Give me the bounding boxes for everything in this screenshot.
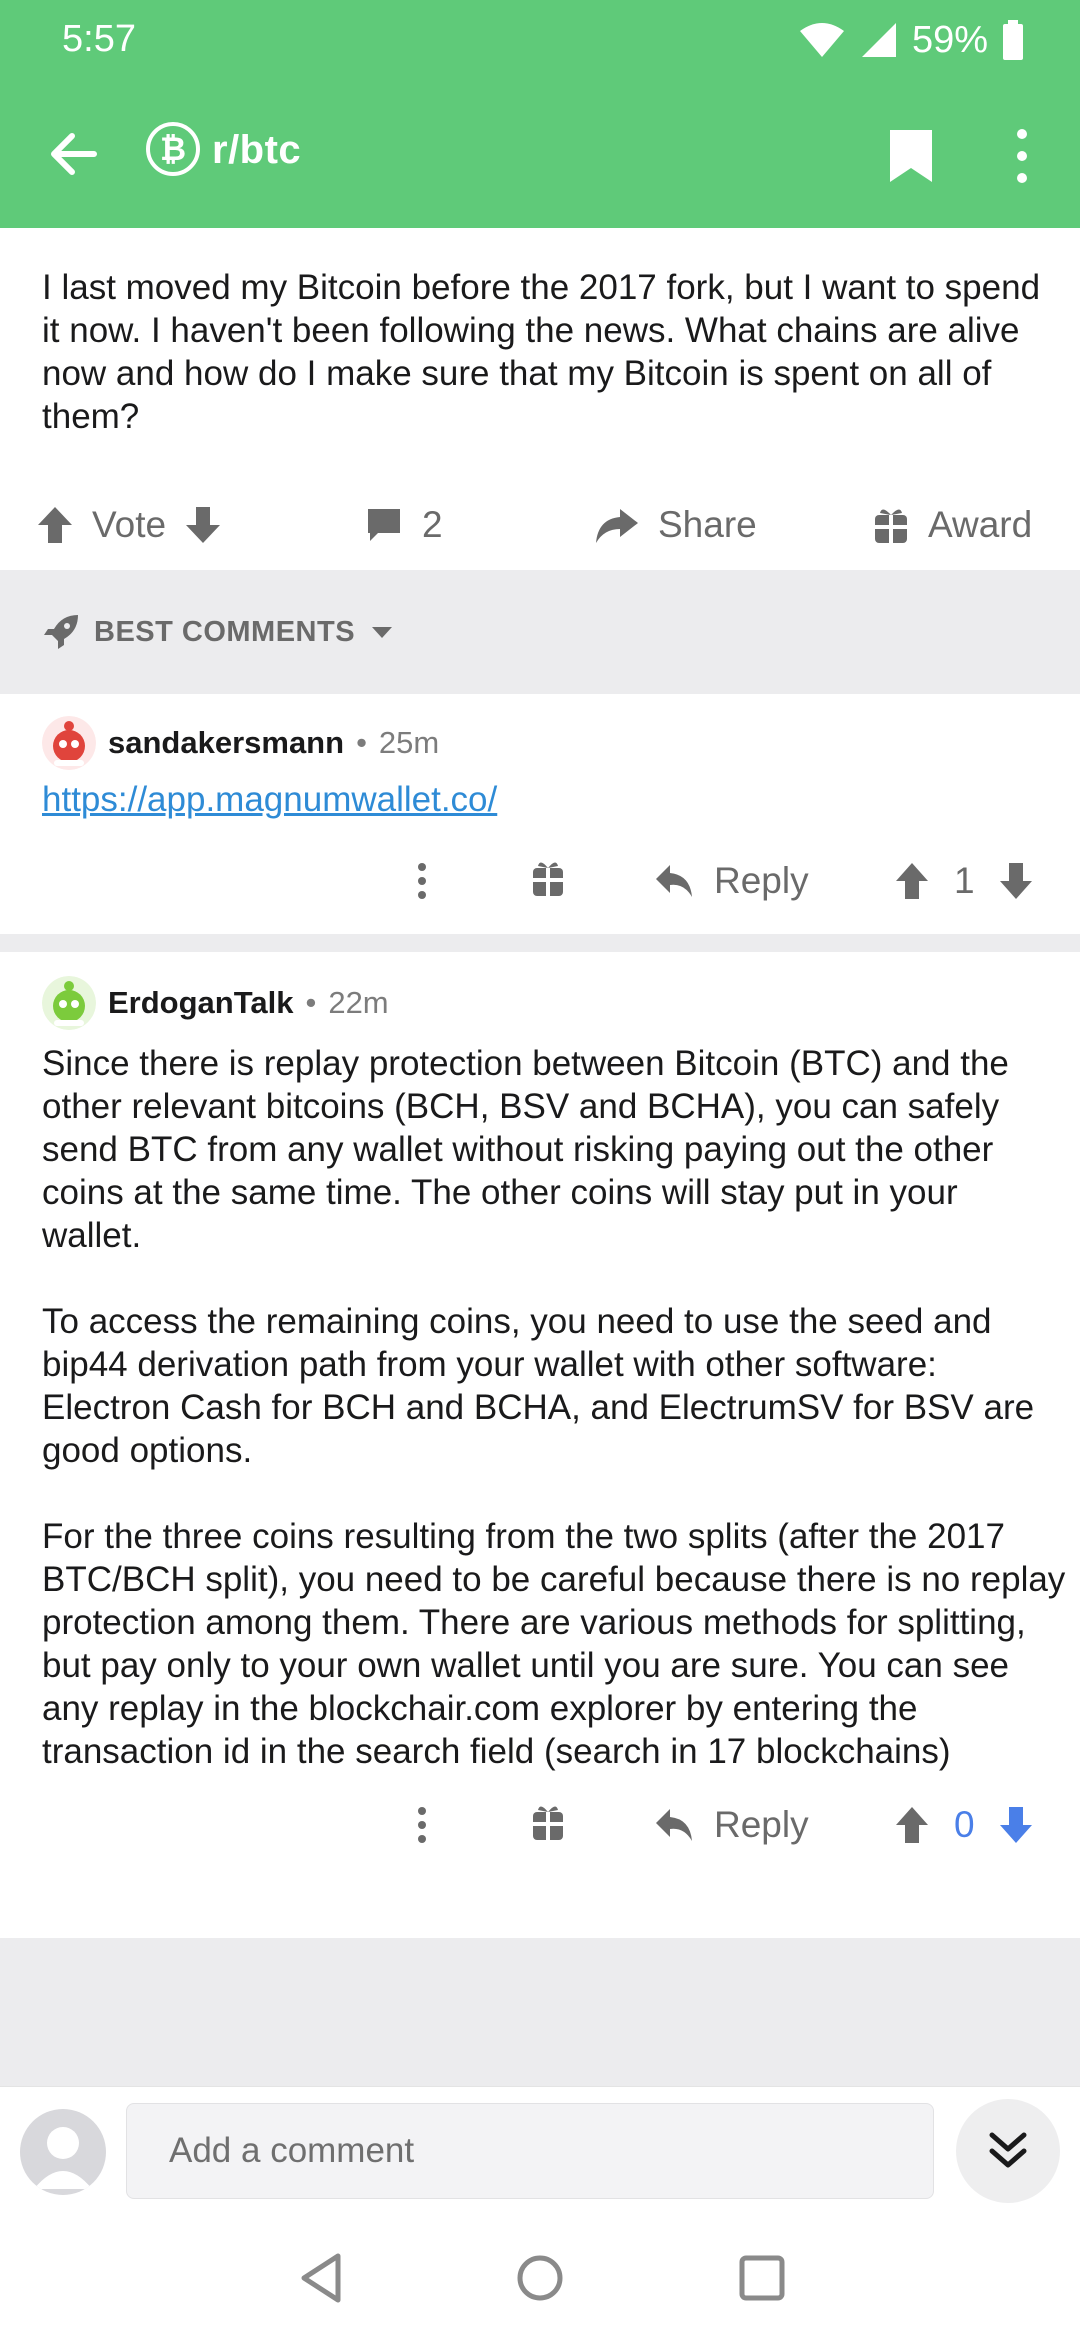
reply-button[interactable]: Reply (654, 846, 809, 916)
downvote-arrow-icon[interactable] (184, 505, 222, 545)
upvote-arrow-icon[interactable] (894, 1790, 930, 1860)
app-bar: ₿ r/btc (0, 112, 1080, 196)
sort-label: BEST COMMENTS (94, 615, 356, 648)
reply-icon (656, 1809, 692, 1841)
comment-actions: Reply 1 (0, 846, 1080, 916)
more-vertical-icon[interactable] (1006, 126, 1038, 186)
comment-dot: • (356, 725, 367, 760)
sort-dropdown[interactable]: BEST COMMENTS (42, 610, 395, 654)
nav-recents-icon[interactable] (734, 2250, 790, 2306)
gift-icon[interactable] (530, 1790, 566, 1860)
status-icons: 59% (798, 18, 1024, 62)
more-vertical-icon[interactable] (412, 1790, 432, 1860)
comment-link[interactable]: https://app.magnumwallet.co/ (42, 780, 497, 819)
comment-age: 25m (378, 725, 440, 760)
back-arrow-icon[interactable] (44, 124, 104, 184)
avatar[interactable] (42, 716, 96, 770)
reply-label: Reply (714, 860, 809, 901)
double-chevron-down-icon (989, 2132, 1027, 2168)
comment-card: ErdoganTalk • 22m Since there is replay … (0, 952, 1080, 1938)
post-actions: Vote 2 Share Award (0, 480, 1080, 570)
comment-paragraph: Since there is replay protection between… (42, 1044, 1009, 1255)
subreddit-name[interactable]: r/btc (212, 128, 301, 173)
rocket-icon (44, 615, 78, 649)
comment-header: ErdoganTalk • 22m (42, 976, 389, 1030)
gift-icon (875, 509, 907, 543)
award-button[interactable]: Award (872, 480, 1032, 570)
more-vertical-icon[interactable] (412, 846, 432, 916)
empty-area (0, 1938, 1080, 2086)
system-nav-bar (0, 2216, 1080, 2340)
status-bar: 5:57 59% (0, 0, 1080, 80)
comment-input[interactable]: Add a comment (126, 2103, 934, 2199)
signal-icon (861, 23, 896, 57)
nav-home-icon[interactable] (512, 2250, 568, 2306)
caret-down-icon (372, 627, 393, 638)
avatar[interactable] (42, 976, 96, 1030)
comment-actions: Reply 0 (0, 1790, 1080, 1860)
reply-icon (656, 865, 692, 897)
vote-label: Vote (92, 504, 167, 545)
upvote-arrow-icon[interactable] (894, 846, 930, 916)
comment-sort-bar: BEST COMMENTS (0, 570, 1080, 694)
award-label: Award (928, 504, 1033, 545)
share-label: Share (658, 504, 757, 545)
status-time: 5:57 (62, 18, 136, 60)
comment-header: sandakersmann • 25m (42, 716, 439, 770)
nav-back-icon[interactable] (294, 2250, 350, 2306)
collapse-button[interactable] (956, 2099, 1060, 2203)
comment-author[interactable]: sandakersmann (108, 725, 344, 761)
comment-card: sandakersmann • 25m https://app.magnumwa… (0, 694, 1080, 932)
bitcoin-icon[interactable]: ₿ (146, 122, 200, 176)
battery-percent: 59% (911, 18, 988, 61)
comment-composer: Add a comment (0, 2086, 1080, 2216)
comment-score: 1 (954, 860, 975, 901)
comment-paragraph: For the three coins resulting from the t… (42, 1517, 1066, 1771)
comment-body: https://app.magnumwallet.co/ (42, 778, 1066, 821)
comment-author[interactable]: ErdoganTalk (108, 985, 293, 1021)
post-body: I last moved my Bitcoin before the 2017 … (42, 268, 1041, 436)
reply-button[interactable]: Reply (654, 1790, 809, 1860)
comment-age: 22m (328, 985, 389, 1020)
upvote-arrow-icon[interactable] (36, 505, 74, 545)
downvote-arrow-icon[interactable] (998, 846, 1034, 916)
comment-body: Since there is replay protection between… (42, 1042, 1066, 1773)
vote-control: Vote (36, 480, 222, 570)
share-button[interactable]: Share (594, 480, 757, 570)
comment-score: 0 (954, 1804, 975, 1845)
user-silhouette-icon (34, 2127, 92, 2189)
app-header: 5:57 59% ₿ r/btc (0, 0, 1080, 228)
battery-icon (1003, 20, 1023, 60)
comments-button[interactable]: 2 (364, 480, 443, 570)
user-avatar[interactable] (20, 2109, 106, 2195)
share-icon (596, 509, 638, 543)
downvote-arrow-icon[interactable] (998, 1790, 1034, 1860)
comment-dot: • (305, 985, 317, 1020)
reply-label: Reply (714, 1804, 809, 1845)
comment-paragraph: To access the remaining coins, you need … (42, 1302, 1035, 1470)
bookmark-icon[interactable] (884, 126, 938, 186)
comment-count: 2 (422, 504, 443, 545)
comment-icon (368, 509, 400, 541)
gift-icon[interactable] (530, 846, 566, 916)
comment-divider (0, 934, 1080, 952)
wifi-icon (799, 23, 844, 57)
